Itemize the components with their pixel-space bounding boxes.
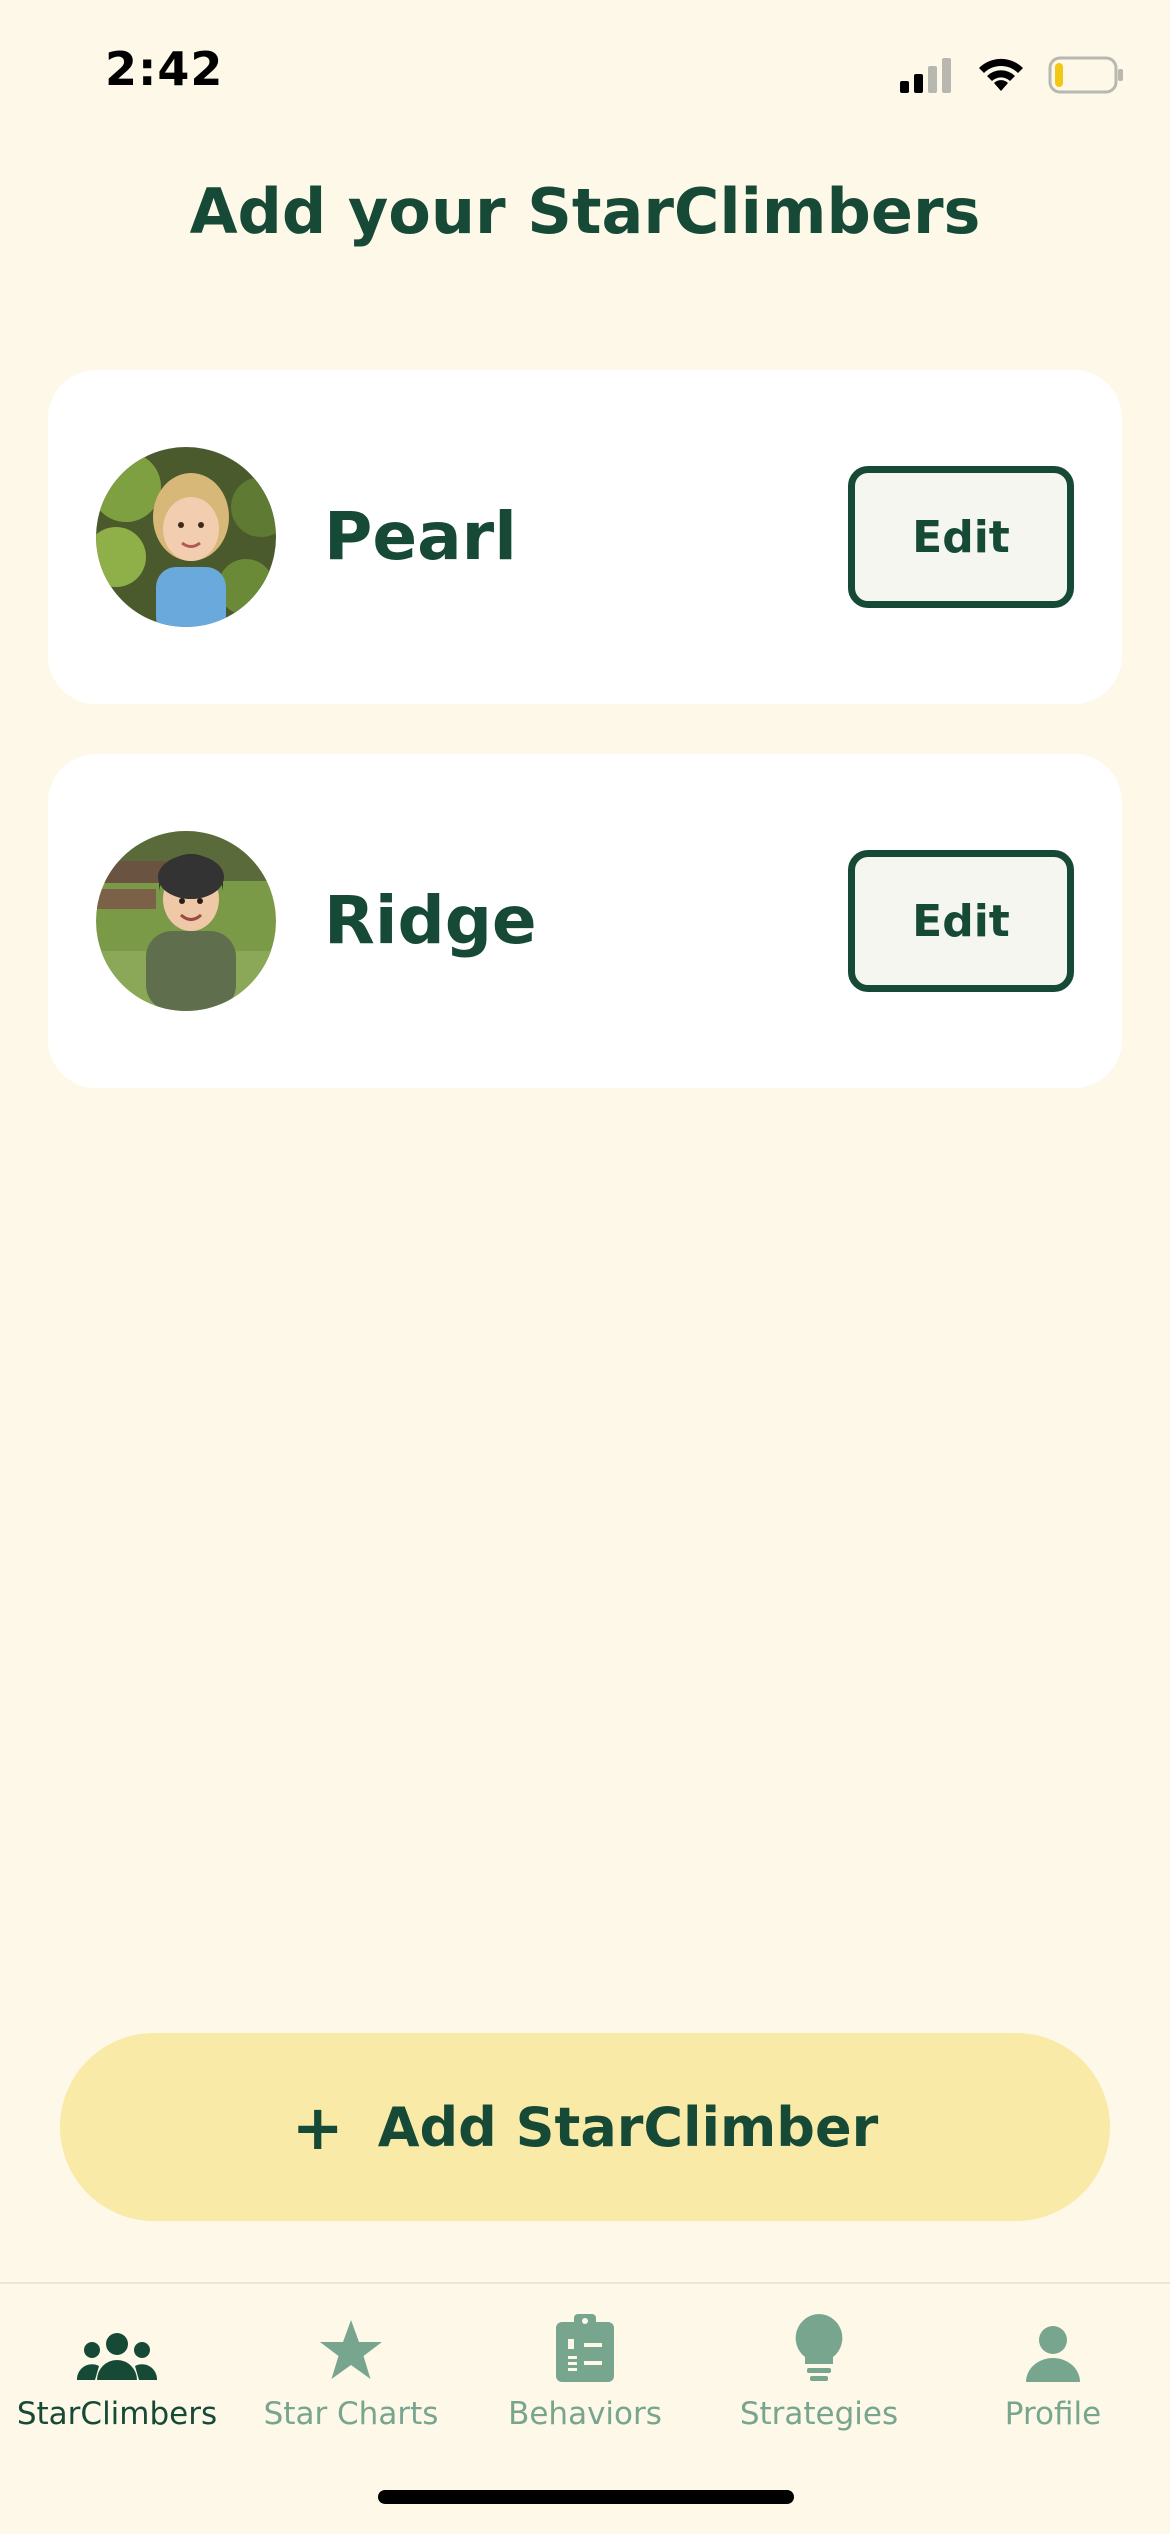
status-icons: [900, 52, 1124, 98]
edit-button-ridge[interactable]: Edit: [848, 850, 1074, 992]
avatar-ridge: [96, 831, 276, 1011]
lightbulb-icon: [702, 2306, 936, 2382]
tab-starclimbers[interactable]: StarClimbers: [0, 2306, 234, 2456]
climber-name: Pearl: [324, 498, 517, 575]
cellular-signal-icon: [900, 57, 954, 93]
add-starclimber-button[interactable]: + Add StarClimber: [60, 2033, 1110, 2221]
tab-label: Behaviors: [508, 2396, 662, 2432]
star-icon: [234, 2306, 468, 2382]
tab-profile[interactable]: Profile: [936, 2306, 1170, 2456]
wifi-icon: [976, 57, 1026, 93]
tab-label: Profile: [1004, 2396, 1102, 2432]
tab-behaviors[interactable]: Behaviors: [468, 2306, 702, 2456]
page-title: Add your StarClimbers: [189, 175, 981, 248]
avatar-pearl: [96, 447, 276, 627]
battery-icon: [1048, 56, 1124, 94]
climber-card-pearl: Pearl Edit: [48, 370, 1122, 704]
tab-strategies[interactable]: Strategies: [702, 2306, 936, 2456]
climber-card-ridge: Ridge Edit: [48, 754, 1122, 1088]
clipboard-list-icon: [468, 2306, 702, 2382]
person-icon: [936, 2306, 1170, 2382]
tab-label: StarClimbers: [16, 2396, 218, 2432]
edit-button-pearl[interactable]: Edit: [848, 466, 1074, 608]
tab-label: Star Charts: [263, 2396, 439, 2432]
tab-label: Strategies: [739, 2396, 899, 2432]
home-indicator[interactable]: [378, 2490, 794, 2504]
add-starclimber-label: Add StarClimber: [377, 2095, 879, 2159]
status-bar: 2:42: [0, 0, 1170, 150]
plus-icon: +: [291, 2090, 344, 2164]
people-icon: [0, 2306, 234, 2382]
tab-star-charts[interactable]: Star Charts: [234, 2306, 468, 2456]
climber-name: Ridge: [324, 882, 537, 959]
status-time: 2:42: [105, 42, 224, 96]
